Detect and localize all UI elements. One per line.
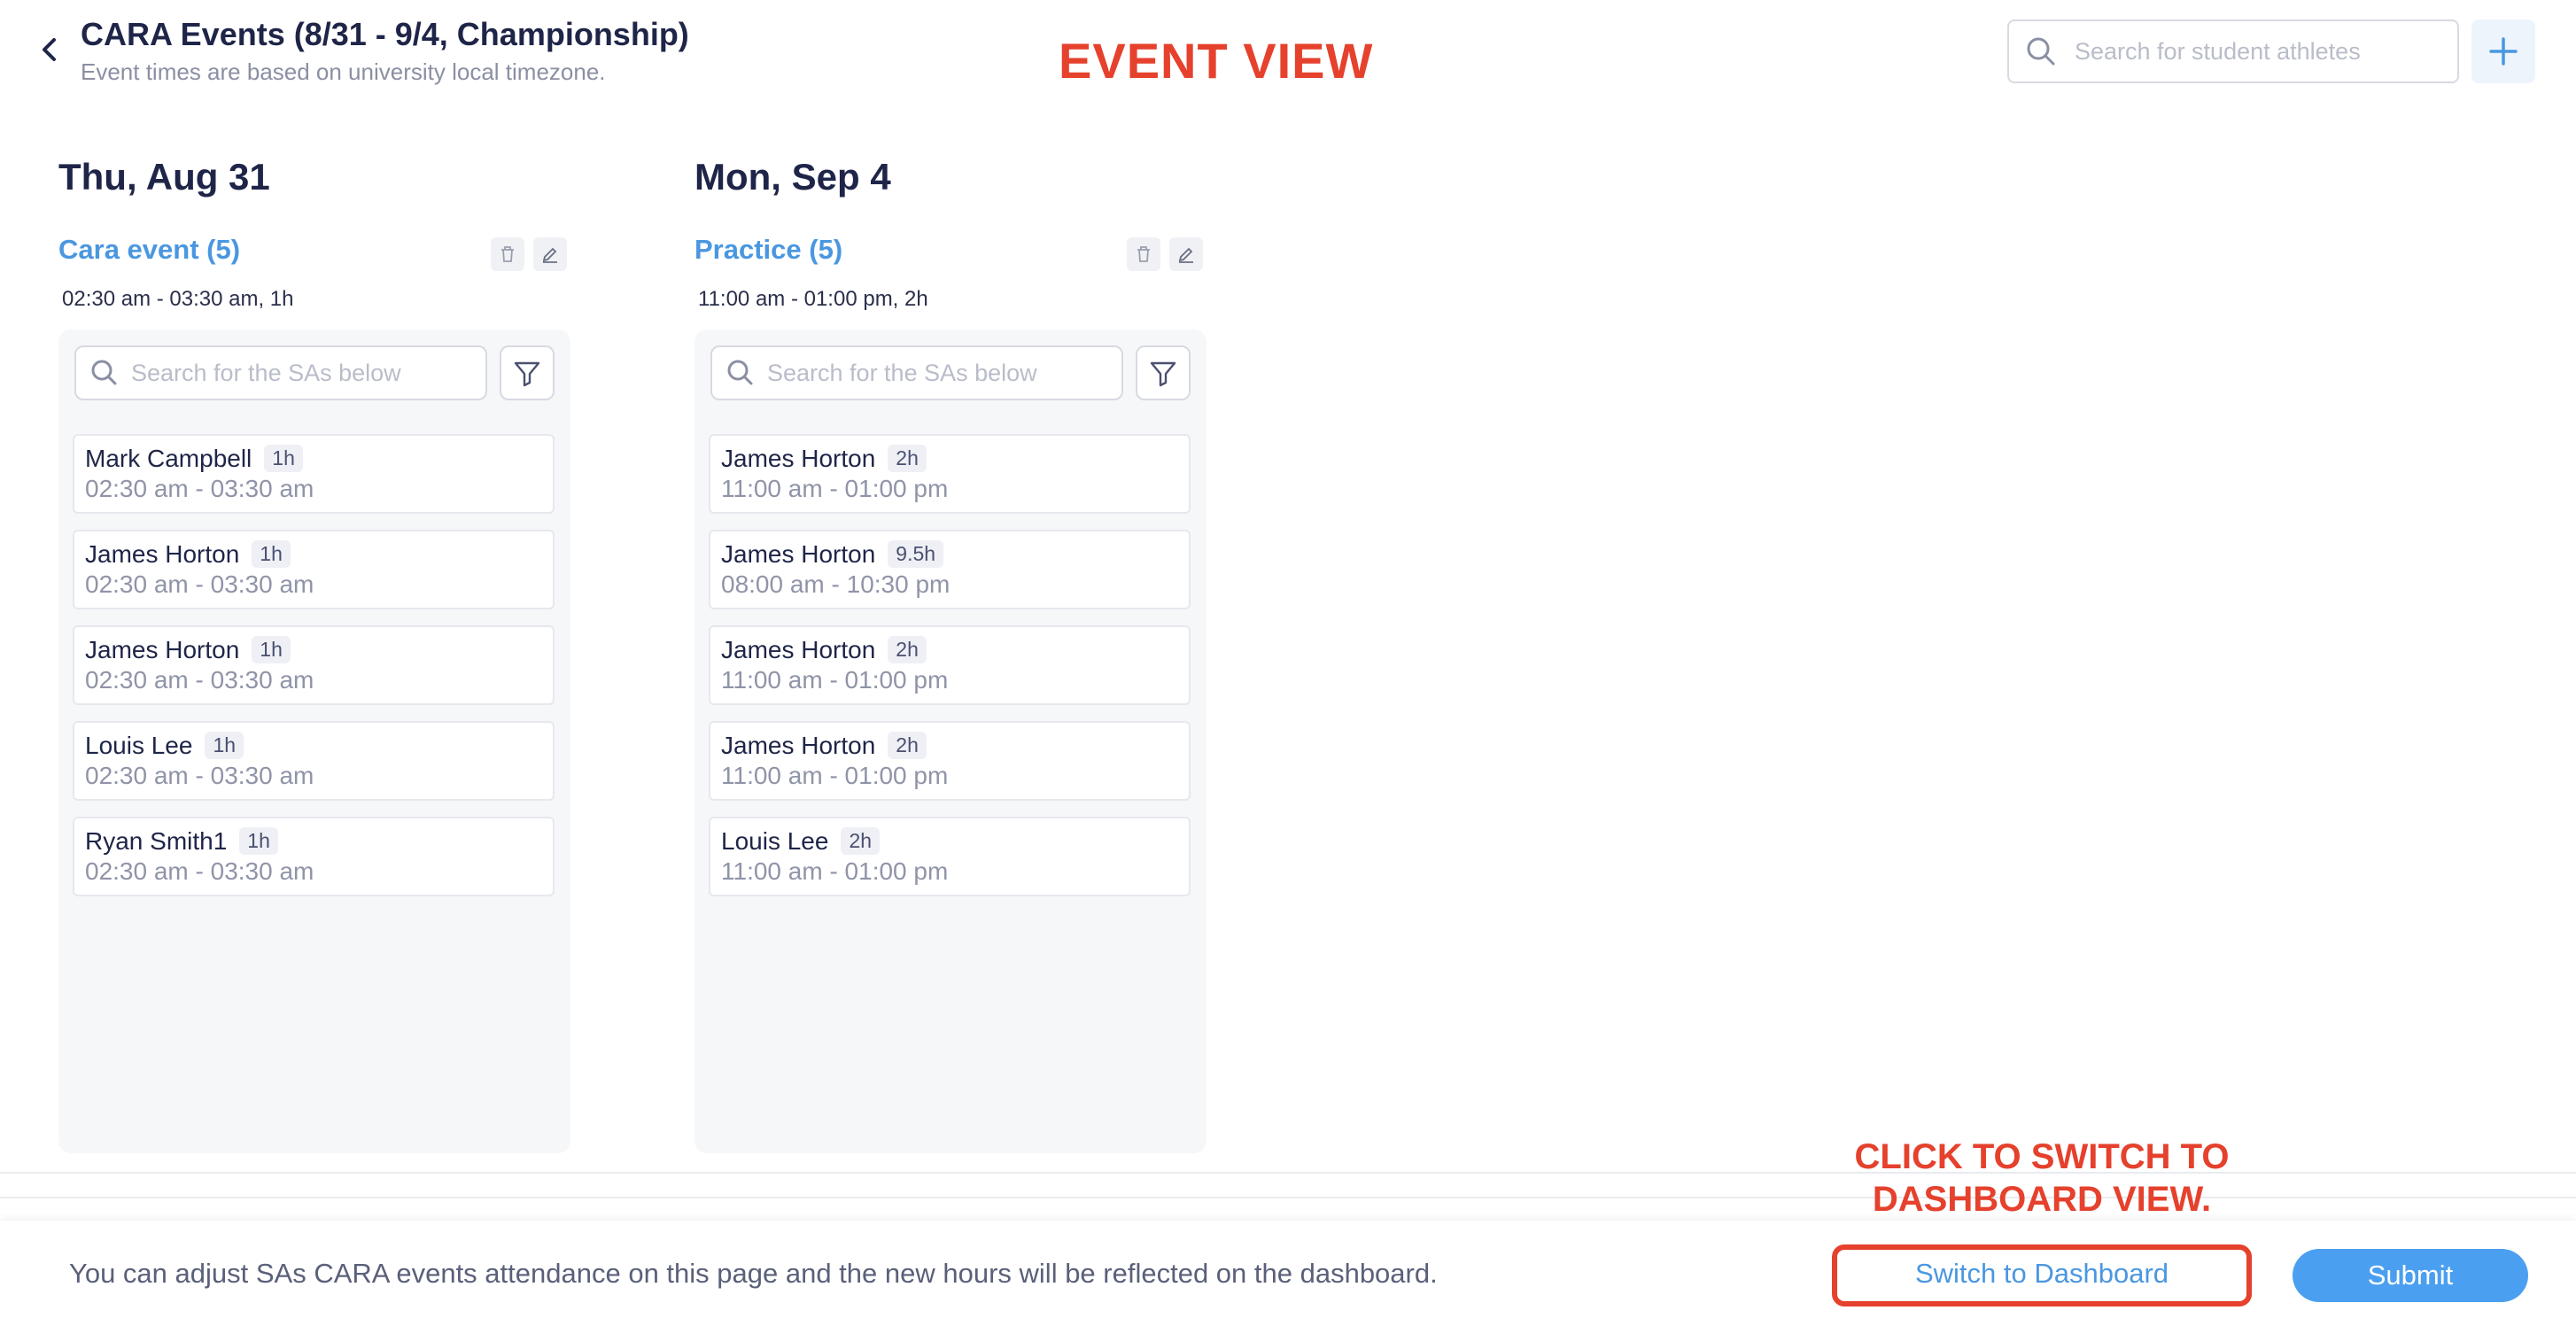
delete-event-button[interactable] xyxy=(1127,237,1160,271)
athlete-search-input[interactable] xyxy=(2075,37,2429,66)
day-title: Thu, Aug 31 xyxy=(58,156,270,198)
event-header: Cara event (5) xyxy=(58,234,572,273)
switch-hint-line: CLICK TO SWITCH TO xyxy=(1854,1137,2230,1176)
switch-hint-annotation: CLICK TO SWITCH TO DASHBOARD VIEW. xyxy=(1825,1136,2259,1221)
athlete-name: James Horton xyxy=(721,636,876,663)
chevron-left-icon xyxy=(43,38,56,61)
athlete-time: 02:30 am - 03:30 am xyxy=(85,570,314,598)
hours-badge: 2h xyxy=(888,445,927,472)
hours-badge: 2h xyxy=(841,827,881,855)
sa-search-input[interactable] xyxy=(767,359,1113,387)
athlete-name: James Horton xyxy=(721,445,876,472)
athlete-card[interactable]: Louis Lee 1h 02:30 am - 03:30 am xyxy=(73,721,555,801)
pencil-icon xyxy=(1178,247,1193,263)
sa-search-box[interactable] xyxy=(74,345,487,400)
sa-search-box[interactable] xyxy=(710,345,1123,400)
add-button[interactable] xyxy=(2471,19,2535,83)
event-view-annotation: EVENT VIEW xyxy=(1059,33,1374,89)
search-icon xyxy=(2027,37,2055,66)
event-time: 02:30 am - 03:30 am, 1h xyxy=(62,287,294,311)
athlete-time: 08:00 am - 10:30 pm xyxy=(721,570,950,598)
switch-to-dashboard-button[interactable]: Switch to Dashboard xyxy=(1834,1247,2250,1300)
athlete-card[interactable]: Mark Campbell 1h 02:30 am - 03:30 am xyxy=(73,434,555,514)
day-column: Mon, Sep 4 Practice (5) 11:00 am - 01:00… xyxy=(694,156,1208,1153)
delete-event-button[interactable] xyxy=(491,237,524,271)
athlete-name: Louis Lee xyxy=(85,732,193,759)
athlete-time: 02:30 am - 03:30 am xyxy=(85,475,314,502)
athlete-time: 02:30 am - 03:30 am xyxy=(85,857,314,885)
hours-badge: 2h xyxy=(888,732,927,759)
hours-badge: 2h xyxy=(888,636,927,663)
athlete-time: 02:30 am - 03:30 am xyxy=(85,666,314,694)
athlete-time: 11:00 am - 01:00 pm xyxy=(721,762,949,789)
submit-button[interactable]: Submit xyxy=(2293,1249,2528,1302)
search-icon xyxy=(727,360,753,385)
switch-hint-line: DASHBOARD VIEW. xyxy=(1872,1180,2212,1219)
athlete-name: Louis Lee xyxy=(721,827,829,855)
athlete-card[interactable]: James Horton 2h 11:00 am - 01:00 pm xyxy=(709,434,1191,514)
trash-icon xyxy=(1137,246,1150,262)
footer-message: You can adjust SAs CARA events attendanc… xyxy=(69,1258,1438,1289)
athlete-card[interactable]: Ryan Smith1 1h 02:30 am - 03:30 am xyxy=(73,817,555,896)
plus-icon xyxy=(2489,37,2518,66)
athlete-time: 11:00 am - 01:00 pm xyxy=(721,475,949,502)
sa-search-input[interactable] xyxy=(131,359,477,387)
athlete-name: Mark Campbell xyxy=(85,445,252,472)
footer-bar: You can adjust SAs CARA events attendanc… xyxy=(0,1221,2576,1318)
athlete-card[interactable]: James Horton 1h 02:30 am - 03:30 am xyxy=(73,625,555,705)
athlete-card[interactable]: James Horton 2h 11:00 am - 01:00 pm xyxy=(709,625,1191,705)
athlete-name: Ryan Smith1 xyxy=(85,827,228,855)
athlete-time: 11:00 am - 01:00 pm xyxy=(721,857,949,885)
page-title: CARA Events (8/31 - 9/4, Championship) xyxy=(81,16,689,52)
hours-badge: 1h xyxy=(252,636,291,663)
athlete-card[interactable]: James Horton 1h 02:30 am - 03:30 am xyxy=(73,530,555,609)
athlete-time: 11:00 am - 01:00 pm xyxy=(721,666,949,694)
event-name-link[interactable]: Practice (5) xyxy=(694,234,842,266)
athlete-search-box[interactable] xyxy=(2007,19,2459,83)
athlete-name: James Horton xyxy=(721,540,876,568)
edit-event-button[interactable] xyxy=(1169,237,1203,271)
hours-badge: 1h xyxy=(239,827,278,855)
event-time: 11:00 am - 01:00 pm, 2h xyxy=(698,287,928,311)
athlete-card[interactable]: James Horton 2h 11:00 am - 01:00 pm xyxy=(709,721,1191,801)
athlete-name: James Horton xyxy=(85,636,240,663)
page-subtitle: Event times are based on university loca… xyxy=(81,58,606,85)
pencil-icon xyxy=(542,247,557,263)
filter-button[interactable] xyxy=(500,345,555,400)
hours-badge: 9.5h xyxy=(888,540,944,568)
edit-event-button[interactable] xyxy=(533,237,567,271)
event-name-link[interactable]: Cara event (5) xyxy=(58,234,240,266)
filter-button[interactable] xyxy=(1136,345,1191,400)
hours-badge: 1h xyxy=(264,445,303,472)
filter-icon xyxy=(514,361,540,387)
search-icon xyxy=(91,360,117,385)
back-button[interactable] xyxy=(32,32,67,67)
hours-badge: 1h xyxy=(252,540,291,568)
day-title: Mon, Sep 4 xyxy=(694,156,891,198)
day-column: Thu, Aug 31 Cara event (5) 02:30 am - 03… xyxy=(58,156,572,1153)
trash-icon xyxy=(501,246,514,262)
athlete-name: James Horton xyxy=(721,732,876,759)
athlete-card[interactable]: James Horton 9.5h 08:00 am - 10:30 pm xyxy=(709,530,1191,609)
event-header: Practice (5) xyxy=(694,234,1208,273)
attendee-panel: James Horton 2h 11:00 am - 01:00 pm James… xyxy=(694,330,1207,1153)
athlete-name: James Horton xyxy=(85,540,240,568)
attendee-panel: Mark Campbell 1h 02:30 am - 03:30 am Jame… xyxy=(58,330,570,1153)
athlete-time: 02:30 am - 03:30 am xyxy=(85,762,314,789)
filter-icon xyxy=(1150,361,1176,387)
hours-badge: 1h xyxy=(205,732,244,759)
athlete-card[interactable]: Louis Lee 2h 11:00 am - 01:00 pm xyxy=(709,817,1191,896)
